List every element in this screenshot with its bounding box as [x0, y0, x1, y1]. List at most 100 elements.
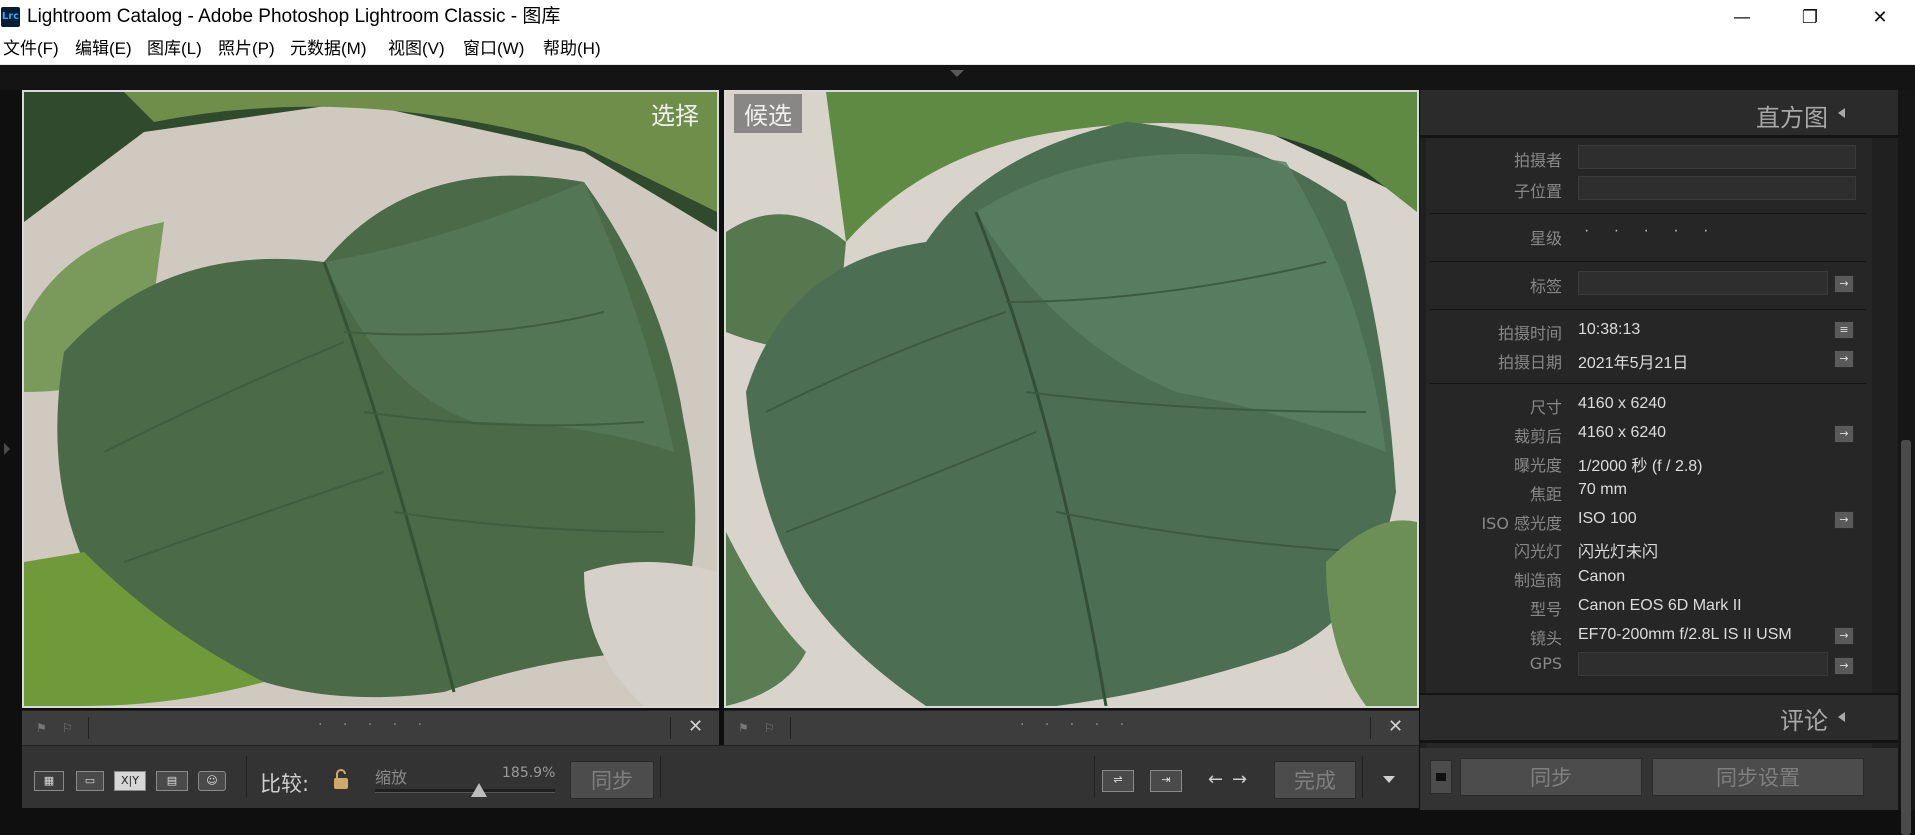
- menu-bar: 文件(F) 编辑(E) 图库(L) 照片(P) 元数据(M) 视图(V) 窗口(…: [0, 34, 1915, 65]
- make-label: 制造商: [1513, 571, 1562, 590]
- candidate-photo[interactable]: 候选: [724, 90, 1419, 708]
- people-view-icon[interactable]: ☺: [198, 771, 226, 791]
- top-panel-toggle-icon[interactable]: [950, 70, 964, 77]
- toolbar-menu-chevron-down-icon[interactable]: [1383, 776, 1395, 783]
- photographer-field[interactable]: [1578, 145, 1856, 169]
- divider: [660, 756, 661, 798]
- lens-arrow-icon[interactable]: →: [1834, 627, 1854, 645]
- lens-label: 镜头: [1529, 629, 1562, 648]
- candidate-photo-strip: ⚑ ⚐ · · · · · ✕: [724, 710, 1419, 745]
- flag-reject-icon[interactable]: ⚐: [764, 721, 778, 735]
- iso-arrow-icon[interactable]: →: [1834, 511, 1854, 529]
- zoom-label: 缩放: [375, 768, 408, 787]
- focal-length-label: 焦距: [1529, 485, 1562, 504]
- compare-toolbar: ▦ ▭ X|Y ▤ ☺ 比较: 缩放 185.9% 同步 ⇌ ⇥ ← → 完成: [22, 745, 1419, 808]
- exposure-value: 1/2000 秒 (f / 2.8): [1578, 458, 1703, 475]
- cropped-label: 裁剪后: [1513, 427, 1562, 446]
- gps-field[interactable]: [1578, 652, 1828, 676]
- loupe-view-icon[interactable]: ▭: [76, 771, 104, 791]
- label-field[interactable]: [1578, 271, 1828, 295]
- star-rating[interactable]: · · · · ·: [1020, 717, 1132, 733]
- survey-view-icon[interactable]: ▤: [156, 771, 188, 791]
- swap-icon[interactable]: ⇌: [1102, 770, 1134, 792]
- zoom-slider-thumb[interactable]: [471, 783, 488, 797]
- divider: [670, 717, 671, 739]
- close-icon[interactable]: ✕: [1845, 0, 1915, 34]
- rating-stars[interactable]: · · · · ·: [1584, 222, 1718, 240]
- select-photo-strip: ⚑ ⚐ · · · · · ✕: [22, 710, 719, 745]
- divider: [1362, 756, 1363, 798]
- exposure-label: 曝光度: [1513, 456, 1562, 475]
- model-label: 型号: [1529, 600, 1562, 619]
- zoom-value: 185.9%: [502, 765, 556, 781]
- capture-time-label: 拍摄时间: [1497, 324, 1562, 343]
- dimensions-label: 尺寸: [1529, 398, 1562, 417]
- capture-time-list-icon[interactable]: ≡: [1834, 321, 1854, 339]
- select-photo[interactable]: 选择: [22, 90, 719, 708]
- divider: [1370, 717, 1371, 739]
- histogram-title: 直方图: [1756, 104, 1828, 132]
- next-arrow-icon[interactable]: →: [1232, 769, 1247, 790]
- capture-time-value: 10:38:13: [1578, 321, 1641, 338]
- menu-file[interactable]: 文件(F): [3, 38, 59, 60]
- menu-help[interactable]: 帮助(H): [543, 38, 601, 60]
- sync-settings-button[interactable]: 同步设置: [1652, 758, 1864, 796]
- sync-button[interactable]: 同步: [570, 761, 654, 799]
- comments-collapse-icon[interactable]: [1838, 712, 1845, 722]
- compare-view-icon[interactable]: X|Y: [114, 771, 146, 791]
- done-button[interactable]: 完成: [1274, 761, 1356, 799]
- scrollbar-thumb[interactable]: [1901, 440, 1911, 835]
- divider: [246, 756, 247, 798]
- comments-header[interactable]: 评论: [1420, 693, 1898, 743]
- menu-window[interactable]: 窗口(W): [463, 38, 524, 60]
- make-select-icon[interactable]: ⇥: [1150, 770, 1182, 792]
- comments-title: 评论: [1780, 707, 1828, 735]
- menu-view[interactable]: 视图(V): [388, 38, 445, 60]
- compare-label: 比较:: [260, 772, 310, 796]
- close-candidate-icon[interactable]: ✕: [1388, 716, 1403, 737]
- panel-sync-button[interactable]: 同步: [1460, 758, 1642, 796]
- iso-label: ISO 感光度: [1481, 514, 1562, 533]
- zoom-slider-track[interactable]: [375, 789, 555, 793]
- auto-sync-toggle[interactable]: [1430, 760, 1452, 794]
- menu-edit[interactable]: 编辑(E): [75, 38, 132, 60]
- flag-reject-icon[interactable]: ⚐: [62, 721, 76, 735]
- previous-arrow-icon[interactable]: ←: [1208, 769, 1223, 790]
- label-arrow-icon[interactable]: →: [1834, 275, 1854, 293]
- lens-value: EF70-200mm f/2.8L IS II USM: [1578, 626, 1792, 643]
- divider: [1430, 383, 1866, 384]
- sync-bar: 同步 同步设置: [1420, 748, 1898, 810]
- title-bar: Lrc Lightroom Catalog - Adobe Photoshop …: [0, 0, 1915, 34]
- sublocation-label: 子位置: [1513, 182, 1562, 201]
- menu-photo[interactable]: 照片(P): [218, 38, 275, 60]
- grid-view-icon[interactable]: ▦: [34, 771, 64, 791]
- divider: [1430, 213, 1866, 214]
- filmstrip-top-bar: [0, 65, 1915, 90]
- menu-metadata[interactable]: 元数据(M): [290, 38, 366, 60]
- focal-length-value: 70 mm: [1578, 481, 1627, 498]
- flash-label: 闪光灯: [1513, 542, 1562, 561]
- gps-arrow-icon[interactable]: →: [1834, 657, 1854, 675]
- flag-pick-icon[interactable]: ⚑: [36, 721, 50, 735]
- model-value: Canon EOS 6D Mark II: [1578, 597, 1742, 614]
- right-panel-scrollbar[interactable]: [1898, 90, 1915, 835]
- capture-date-arrow-icon[interactable]: →: [1834, 350, 1854, 368]
- dimensions-value: 4160 x 6240: [1578, 395, 1667, 412]
- left-panel-toggle-icon[interactable]: [4, 443, 10, 455]
- flag-pick-icon[interactable]: ⚑: [738, 721, 752, 735]
- capture-date-label: 拍摄日期: [1497, 353, 1562, 372]
- sublocation-field[interactable]: [1578, 176, 1856, 200]
- window-title: Lightroom Catalog - Adobe Photoshop Ligh…: [27, 6, 561, 27]
- cropped-arrow-icon[interactable]: →: [1834, 425, 1854, 443]
- menu-library[interactable]: 图库(L): [147, 38, 202, 60]
- select-label: 选择: [651, 102, 699, 130]
- histogram-collapse-icon[interactable]: [1838, 108, 1845, 118]
- histogram-header[interactable]: 直方图: [1420, 90, 1898, 138]
- close-select-icon[interactable]: ✕: [688, 716, 703, 737]
- divider: [1430, 309, 1866, 310]
- lock-icon[interactable]: [333, 768, 349, 790]
- flash-value: 闪光灯未闪: [1578, 544, 1659, 561]
- star-rating[interactable]: · · · · ·: [318, 717, 430, 733]
- restore-icon[interactable]: ❐: [1775, 0, 1845, 34]
- minimize-icon[interactable]: —: [1707, 0, 1777, 34]
